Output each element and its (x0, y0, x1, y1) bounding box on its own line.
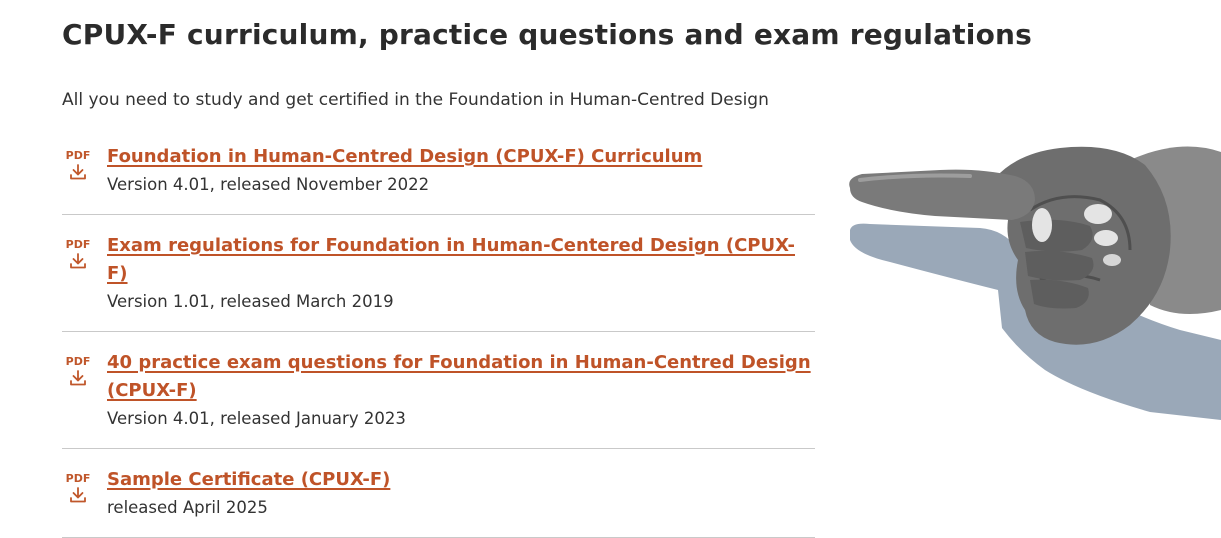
pdf-icon-label: PDF (65, 472, 91, 485)
pdf-download-icon[interactable]: PDF (65, 150, 91, 180)
document-link-exam-regulations[interactable]: Exam regulations for Foundation in Human… (107, 232, 815, 288)
pdf-download-icon[interactable]: PDF (65, 239, 91, 269)
document-version: released April 2025 (107, 498, 268, 517)
document-item: PDF Foundation in Human-Centred Design (… (62, 140, 815, 215)
fingernail (1103, 254, 1121, 266)
document-version: Version 1.01, released March 2019 (107, 292, 394, 311)
document-link-curriculum[interactable]: Foundation in Human-Centred Design (CPUX… (107, 143, 815, 171)
pdf-icon-label: PDF (65, 355, 91, 368)
page-intro: All you need to study and get certified … (62, 90, 769, 110)
document-link-practice-questions[interactable]: 40 practice exam questions for Foundatio… (107, 349, 815, 405)
pdf-download-icon[interactable]: PDF (65, 473, 91, 503)
page-title: CPUX-F curriculum, practice questions an… (62, 18, 1033, 51)
document-list: PDF Foundation in Human-Centred Design (… (62, 140, 815, 538)
document-version: Version 4.01, released January 2023 (107, 409, 406, 428)
pdf-icon-label: PDF (65, 238, 91, 251)
pointing-hand-illustration (849, 146, 1221, 420)
document-item: PDF 40 practice exam questions for Found… (62, 346, 815, 449)
fingernail (1094, 230, 1118, 246)
document-link-sample-certificate[interactable]: Sample Certificate (CPUX-F) (107, 466, 815, 494)
document-version: Version 4.01, released November 2022 (107, 175, 430, 194)
pdf-icon-label: PDF (65, 149, 91, 162)
pdf-download-icon[interactable]: PDF (65, 356, 91, 386)
fingernail (1032, 208, 1052, 242)
document-item: PDF Sample Certificate (CPUX-F) released… (62, 463, 815, 538)
document-item: PDF Exam regulations for Foundation in H… (62, 229, 815, 332)
fingernail (1084, 204, 1112, 224)
